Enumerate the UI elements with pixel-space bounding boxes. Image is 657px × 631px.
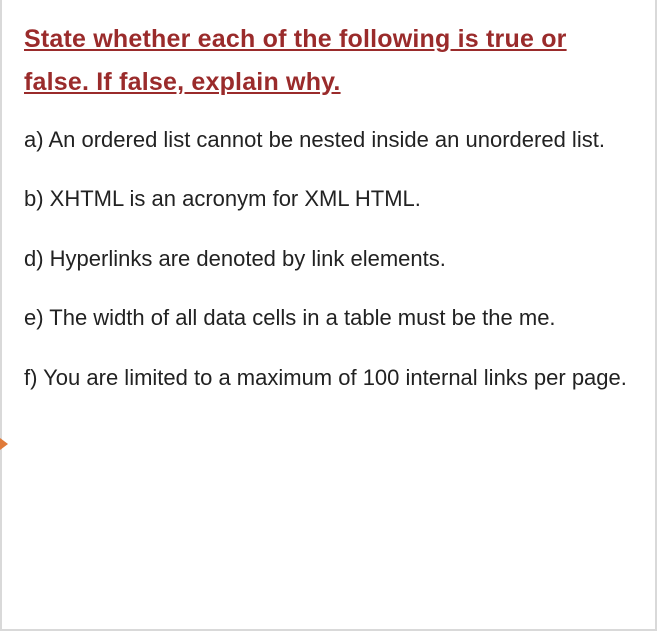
question-item: d) Hyperlinks are denoted by link elemen…	[24, 240, 633, 277]
question-item: f) You are limited to a maximum of 100 i…	[24, 359, 633, 396]
pointer-arrow-icon	[0, 432, 8, 456]
question-item: a) An ordered list cannot be nested insi…	[24, 121, 633, 158]
question-heading: State whether each of the following is t…	[24, 18, 633, 103]
question-item: e) The width of all data cells in a tabl…	[24, 299, 633, 336]
document-page: State whether each of the following is t…	[0, 0, 657, 631]
question-item: b) XHTML is an acronym for XML HTML.	[24, 180, 633, 217]
